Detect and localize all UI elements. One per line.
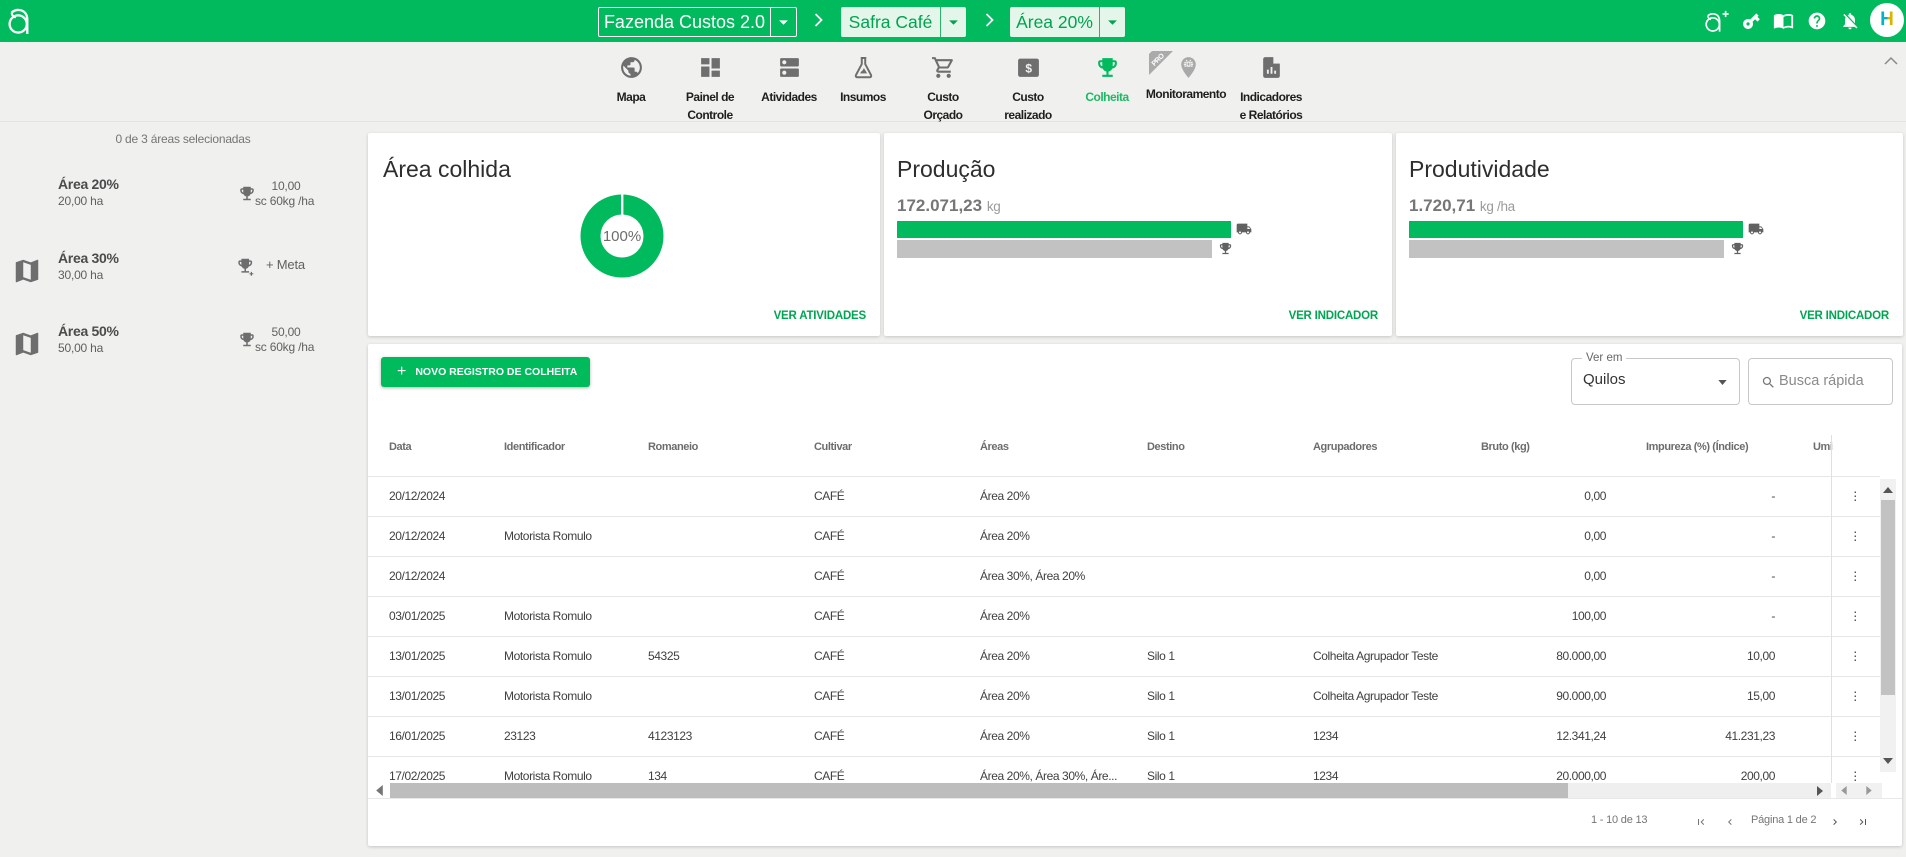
svg-text:100%: 100%: [603, 228, 641, 245]
svg-text:$: $: [1025, 62, 1032, 76]
